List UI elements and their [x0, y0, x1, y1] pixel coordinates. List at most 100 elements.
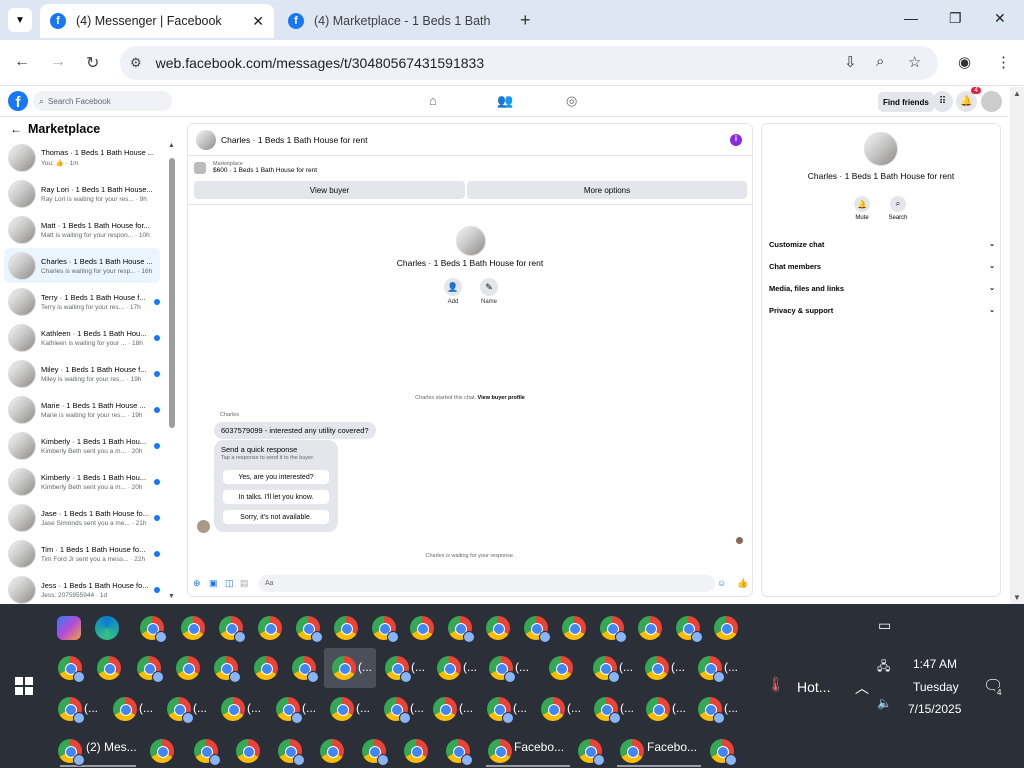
- taskbar-window-label[interactable]: (...: [411, 660, 425, 674]
- taskbar-window-label[interactable]: (...: [358, 660, 372, 674]
- bookmark-star-icon[interactable]: ☆: [908, 53, 921, 71]
- chrome-taskbar-icon[interactable]: [97, 656, 121, 680]
- chrome-taskbar-icon[interactable]: [58, 739, 85, 766]
- chrome-taskbar-icon[interactable]: [320, 739, 344, 763]
- taskbar-window-label[interactable]: (...: [302, 701, 316, 715]
- notifications-bell-icon[interactable]: 🔔 4: [956, 87, 981, 112]
- chrome-taskbar-icon[interactable]: [446, 739, 473, 766]
- clock-time[interactable]: 1:47 AM: [913, 657, 957, 671]
- chrome-taskbar-icon[interactable]: [330, 697, 354, 721]
- tab-marketplace[interactable]: f (4) Marketplace - 1 Beds 1 Bath: [278, 4, 508, 38]
- taskbar-window-label[interactable]: (...: [410, 701, 424, 715]
- chrome-taskbar-icon[interactable]: [541, 697, 565, 721]
- chrome-taskbar-icon[interactable]: [698, 697, 725, 724]
- chrome-taskbar-icon[interactable]: [334, 616, 358, 640]
- conversation-item[interactable]: Miley · 1 Beds 1 Bath House f... Miley is…: [4, 356, 160, 391]
- emoji-icon[interactable]: ☺: [717, 578, 726, 588]
- copilot-icon[interactable]: [57, 616, 81, 640]
- chrome-taskbar-icon[interactable]: [638, 616, 662, 640]
- add-action[interactable]: 👤 Add: [441, 278, 465, 305]
- conversation-item[interactable]: Matt · 1 Beds 1 Bath House for... Matt is…: [4, 212, 160, 247]
- conversation-item[interactable]: Terry · 1 Beds 1 Bath House f... Terry is…: [4, 284, 160, 319]
- taskbar-window-label[interactable]: (...: [567, 701, 581, 715]
- taskbar-window-label[interactable]: (...: [139, 701, 153, 715]
- chrome-taskbar-icon[interactable]: [194, 739, 221, 766]
- weather-text[interactable]: Hot...: [797, 679, 830, 695]
- conversation-item[interactable]: Thomas · 1 Beds 1 Bath House ... You: 👍 ·…: [4, 140, 160, 175]
- chrome-taskbar-icon[interactable]: [113, 697, 137, 721]
- chrome-taskbar-icon[interactable]: [710, 739, 737, 766]
- conversation-item[interactable]: Marie · 1 Beds 1 Bath House ... Marie is …: [4, 392, 160, 427]
- restore-icon[interactable]: ❐: [949, 10, 962, 27]
- chrome-taskbar-icon[interactable]: [362, 739, 389, 766]
- account-avatar[interactable]: [981, 91, 1002, 112]
- chrome-taskbar-icon[interactable]: [676, 616, 703, 643]
- search-action[interactable]: ⌕ Search: [884, 196, 912, 221]
- scroll-up-icon[interactable]: ▲: [1013, 89, 1021, 98]
- chrome-taskbar-icon[interactable]: [254, 656, 278, 680]
- tab-close-icon[interactable]: ✕: [252, 13, 264, 30]
- chrome-taskbar-icon[interactable]: [140, 616, 167, 643]
- chrome-taskbar-icon[interactable]: [137, 656, 164, 683]
- scroll-down-icon[interactable]: ▼: [168, 593, 175, 600]
- back-icon[interactable]: ←: [14, 53, 30, 71]
- reload-icon[interactable]: ↻: [86, 53, 99, 73]
- taskbar-messenger-label[interactable]: (2) Mes...: [86, 740, 137, 754]
- chrome-taskbar-icon[interactable]: [562, 616, 586, 640]
- chat-members-row[interactable]: Chat members ⌄: [769, 258, 995, 274]
- more-options-button[interactable]: More options: [467, 181, 747, 199]
- chrome-taskbar-icon[interactable]: [150, 739, 174, 763]
- info-icon[interactable]: i: [730, 133, 742, 146]
- chrome-taskbar-icon[interactable]: [646, 697, 670, 721]
- sticker-icon[interactable]: ◫: [225, 578, 234, 589]
- chrome-taskbar-icon[interactable]: [486, 616, 510, 640]
- conversation-item[interactable]: Kimberly · 1 Beds 1 Bath Hou... Kimberly …: [4, 464, 160, 499]
- taskbar-window-label[interactable]: (...: [724, 660, 738, 674]
- chrome-taskbar-icon[interactable]: [524, 616, 551, 643]
- minimize-icon[interactable]: —: [904, 10, 918, 26]
- thermometer-icon[interactable]: 🌡: [767, 676, 785, 693]
- name-action[interactable]: ✎ Name: [477, 278, 501, 305]
- chrome-taskbar-icon[interactable]: [167, 697, 194, 724]
- chrome-taskbar-icon[interactable]: [219, 616, 246, 643]
- chrome-taskbar-icon[interactable]: [645, 656, 669, 680]
- view-buyer-profile-link[interactable]: View buyer profile: [478, 395, 525, 401]
- chrome-taskbar-icon[interactable]: [276, 697, 303, 724]
- close-window-icon[interactable]: ✕: [994, 10, 1006, 27]
- windows-start-icon[interactable]: [15, 677, 33, 695]
- profile-icon[interactable]: ◉: [958, 53, 971, 71]
- gif-icon[interactable]: ▤: [240, 578, 249, 589]
- chrome-taskbar-icon[interactable]: [221, 697, 245, 721]
- conversation-item[interactable]: Charles · 1 Beds 1 Bath House ... Charles…: [4, 248, 160, 283]
- taskbar-window-label[interactable]: (...: [515, 660, 529, 674]
- chrome-taskbar-icon[interactable]: [594, 697, 621, 724]
- zoom-icon[interactable]: ⌕: [876, 53, 884, 70]
- message-bubble[interactable]: 6037579099 - interested any utility cove…: [214, 422, 376, 439]
- back-arrow-icon[interactable]: ←: [10, 122, 22, 136]
- taskbar-window-label[interactable]: (...: [356, 701, 370, 715]
- taskbar-window-label[interactable]: (...: [463, 660, 477, 674]
- chrome-taskbar-icon[interactable]: [385, 656, 412, 683]
- chrome-taskbar-icon[interactable]: [372, 616, 399, 643]
- chrome-taskbar-icon[interactable]: [404, 739, 428, 763]
- taskbar-window-label[interactable]: (...: [620, 701, 634, 715]
- chrome-taskbar-icon[interactable]: [437, 656, 461, 680]
- chrome-taskbar-icon[interactable]: [600, 616, 627, 643]
- taskbar-window-label[interactable]: (...: [619, 660, 633, 674]
- taskbar-window-label[interactable]: (...: [513, 701, 527, 715]
- install-app-icon[interactable]: ⇩: [844, 53, 857, 71]
- facebook-logo-icon[interactable]: f: [8, 91, 28, 111]
- taskbar-window-label[interactable]: (...: [671, 660, 685, 674]
- conversation-item[interactable]: Tim · 1 Beds 1 Bath House fo... Tim Ford …: [4, 536, 160, 571]
- chrome-taskbar-icon[interactable]: [258, 616, 282, 640]
- plus-circle-icon[interactable]: ⊕: [193, 578, 201, 589]
- conversation-list-scrollbar[interactable]: ▲ ▼: [168, 140, 176, 600]
- quick-reply-button[interactable]: Sorry, it's not available.: [223, 510, 329, 524]
- chrome-taskbar-icon[interactable]: [278, 739, 305, 766]
- view-buyer-button[interactable]: View buyer: [194, 181, 465, 199]
- menu-kebab-icon[interactable]: ⋮: [996, 53, 1011, 71]
- chat-title[interactable]: Charles · 1 Beds 1 Bath House for rent: [221, 135, 730, 145]
- taskbar-window-label[interactable]: (...: [724, 701, 738, 715]
- show-hidden-icons-chevron-icon[interactable]: ︿: [855, 678, 869, 698]
- chrome-taskbar-icon[interactable]: [176, 656, 200, 680]
